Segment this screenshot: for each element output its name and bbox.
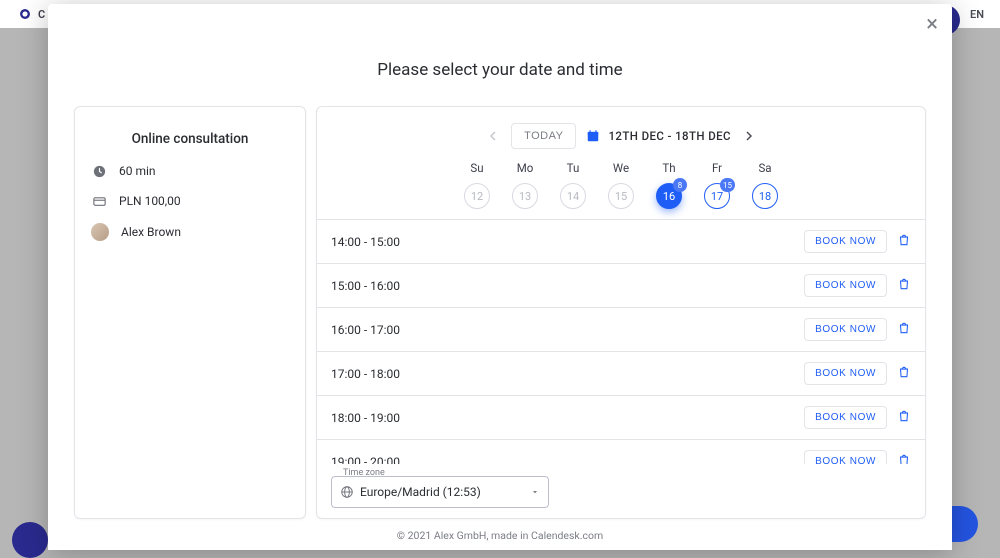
- day-column: Mo 13: [508, 161, 542, 209]
- slot-time: 18:00 - 19:00: [331, 411, 400, 425]
- background-decoration: [12, 522, 48, 558]
- day-column: Su 12: [460, 161, 494, 209]
- day-number[interactable]: 18: [752, 183, 778, 209]
- day-of-week: Su: [460, 161, 494, 175]
- service-price: PLN 100,00: [119, 194, 181, 208]
- globe-icon: [340, 485, 354, 499]
- service-summary-card: Online consultation 60 min PLN 100,00 Al…: [74, 106, 306, 519]
- day-number: 12: [464, 183, 490, 209]
- shopping-bag-icon[interactable]: [897, 233, 911, 250]
- day-of-week: Tu: [556, 161, 590, 175]
- day-number: 14: [560, 183, 586, 209]
- chevron-right-icon[interactable]: [741, 128, 757, 144]
- day-column: Fr 1715: [700, 161, 734, 209]
- modal-title: Please select your date and time: [74, 60, 926, 80]
- slot-list: 14:00 - 15:00 BOOK NOW 15:00 - 16:00 BOOK N…: [317, 219, 925, 464]
- day-of-week: Mo: [508, 161, 542, 175]
- caret-down-icon: [530, 487, 540, 497]
- slot-time: 16:00 - 17:00: [331, 323, 400, 337]
- week-row: Su 12 Mo 13 Tu 14 We 15 Th 168 Fr 1715 Sa 18: [317, 155, 925, 219]
- day-of-week: Fr: [700, 161, 734, 175]
- day-number[interactable]: 168: [656, 183, 682, 209]
- slot-time: 17:00 - 18:00: [331, 367, 400, 381]
- date-range-text: 12TH DEC - 18TH DEC: [608, 129, 730, 143]
- day-of-week: Th: [652, 161, 686, 175]
- shopping-bag-icon[interactable]: [897, 409, 911, 426]
- day-column: Th 168: [652, 161, 686, 209]
- avatar: [91, 223, 109, 241]
- clock-icon: [91, 163, 107, 179]
- slot-time: 14:00 - 15:00: [331, 235, 400, 249]
- day-number: 15: [608, 183, 634, 209]
- day-of-week: Sa: [748, 161, 782, 175]
- timezone-select[interactable]: Europe/Madrid (12:53): [331, 476, 549, 508]
- brand-logo: C: [16, 5, 45, 23]
- slot-time: 15:00 - 16:00: [331, 279, 400, 293]
- brand-initial: C: [38, 8, 45, 21]
- today-button[interactable]: TODAY: [511, 123, 576, 149]
- date-range: 12TH DEC - 18TH DEC: [586, 129, 730, 143]
- time-slot: 15:00 - 16:00 BOOK NOW: [317, 263, 925, 307]
- book-now-button[interactable]: BOOK NOW: [804, 406, 887, 429]
- book-now-button[interactable]: BOOK NOW: [804, 230, 887, 253]
- service-name: Online consultation: [91, 131, 289, 147]
- shopping-bag-icon[interactable]: [897, 277, 911, 294]
- shopping-bag-icon[interactable]: [897, 321, 911, 338]
- day-number: 13: [512, 183, 538, 209]
- language-switch[interactable]: EN: [970, 8, 984, 21]
- credit-card-icon: [91, 193, 107, 209]
- timezone-value: Europe/Madrid (12:53): [360, 485, 481, 499]
- week-nav: TODAY 12TH DEC - 18TH DEC: [317, 107, 925, 155]
- booking-modal: × Please select your date and time Onlin…: [48, 4, 952, 550]
- close-icon[interactable]: ×: [926, 14, 938, 36]
- day-number[interactable]: 1715: [704, 183, 730, 209]
- book-now-button[interactable]: BOOK NOW: [804, 318, 887, 341]
- book-now-button[interactable]: BOOK NOW: [804, 450, 887, 464]
- time-slot: 14:00 - 15:00 BOOK NOW: [317, 219, 925, 263]
- day-of-week: We: [604, 161, 638, 175]
- shopping-bag-icon[interactable]: [897, 365, 911, 382]
- day-column: We 15: [604, 161, 638, 209]
- provider-name: Alex Brown: [121, 225, 181, 239]
- schedule-card: TODAY 12TH DEC - 18TH DEC Su 12 Mo 13 Tu 14 We…: [316, 106, 926, 519]
- service-duration: 60 min: [119, 164, 156, 178]
- availability-badge: 15: [720, 178, 735, 192]
- time-slot: 17:00 - 18:00 BOOK NOW: [317, 351, 925, 395]
- slot-time: 19:00 - 20:00: [331, 455, 400, 465]
- day-column: Tu 14: [556, 161, 590, 209]
- day-column: Sa 18: [748, 161, 782, 209]
- book-now-button[interactable]: BOOK NOW: [804, 362, 887, 385]
- chevron-left-icon: [485, 128, 501, 144]
- time-slot: 16:00 - 17:00 BOOK NOW: [317, 307, 925, 351]
- time-slot: 18:00 - 19:00 BOOK NOW: [317, 395, 925, 439]
- calendar-icon: [586, 129, 600, 143]
- availability-badge: 8: [673, 178, 687, 192]
- book-now-button[interactable]: BOOK NOW: [804, 274, 887, 297]
- modal-footer: © 2021 Alex GmbH, made in Calendesk.com: [74, 529, 926, 542]
- shopping-bag-icon[interactable]: [897, 453, 911, 464]
- time-slot: 19:00 - 20:00 BOOK NOW: [317, 439, 925, 464]
